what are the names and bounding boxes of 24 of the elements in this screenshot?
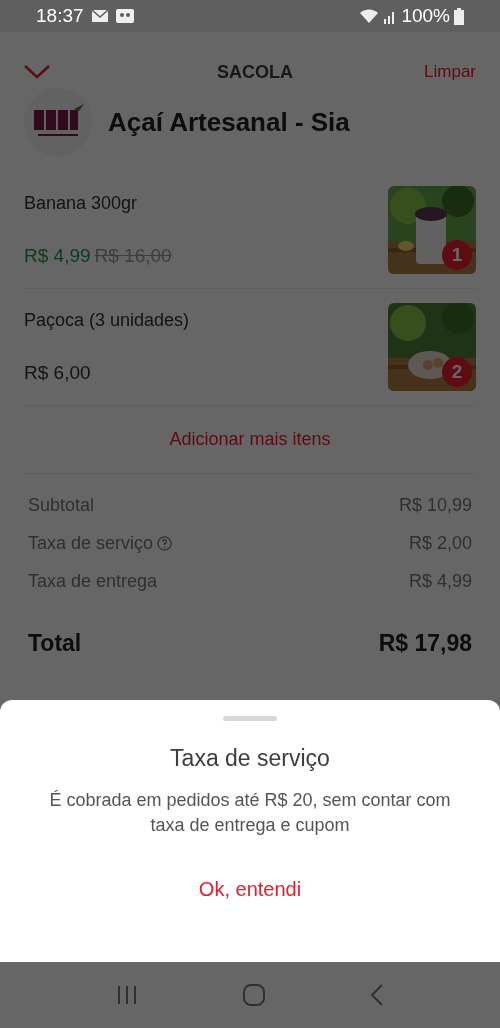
item-price: R$ 6,00 bbox=[24, 360, 91, 385]
clear-button[interactable]: Limpar bbox=[424, 59, 476, 85]
collapse-chevron-icon[interactable] bbox=[24, 65, 50, 79]
clock: 18:37 bbox=[36, 3, 84, 28]
add-more-link[interactable]: Adicionar mais itens bbox=[169, 426, 331, 453]
wifi-icon bbox=[359, 8, 380, 24]
ok-button[interactable]: Ok, entendi bbox=[182, 865, 318, 912]
back-icon[interactable] bbox=[370, 984, 384, 1006]
item-name: Paçoca (3 unidades) bbox=[24, 309, 190, 332]
help-icon[interactable] bbox=[157, 536, 173, 551]
home-icon[interactable] bbox=[242, 983, 266, 1007]
total-value: R$ 17,98 bbox=[378, 629, 472, 658]
mail-icon bbox=[91, 10, 108, 22]
item-name: Banana 300gr bbox=[24, 192, 139, 215]
battery-level: 100% bbox=[401, 3, 450, 28]
sheet-message: É cobrada em pedidos até R$ 20, sem contar com taxa de entrega e cupom bbox=[48, 788, 452, 837]
recent-apps-icon[interactable] bbox=[116, 985, 138, 1005]
drag-handle[interactable] bbox=[223, 716, 277, 721]
sheet-title: Taxa de serviço bbox=[170, 744, 330, 773]
battery-icon bbox=[454, 7, 464, 25]
page-title: SACOLA bbox=[217, 60, 293, 84]
total-label: Total bbox=[28, 629, 82, 658]
store-name: Açaí Artesanal - Sia bbox=[108, 105, 350, 139]
item-price: R$ 4,99 bbox=[24, 243, 91, 268]
